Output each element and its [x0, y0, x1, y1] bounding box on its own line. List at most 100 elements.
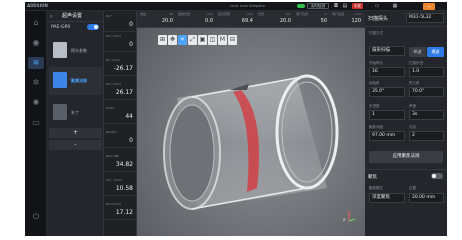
readout-label: Ti=.. (mm) [106, 178, 123, 182]
keyboard-icon[interactable]: ▭ [28, 117, 44, 129]
readout-value: 44 [125, 113, 133, 120]
exit-button[interactable]: ↪ [423, 3, 435, 10]
param-label: 闸门宽度 [332, 12, 345, 16]
param-label: 增益 [140, 12, 147, 16]
start-element-field[interactable]: 16 [369, 67, 405, 77]
back-icon[interactable]: ‹ [50, 11, 52, 22]
param-gate-pos[interactable]: 闸门位置% 50 [295, 12, 329, 27]
power-icon[interactable]: ⏻ [28, 211, 44, 223]
pipe-near-bore [169, 104, 215, 202]
top-toolbar: ADDSION sectr scan template 实时检测 ◘ ▤ 中奖 … [25, 2, 447, 11]
apply-focal-law-button[interactable]: 应用聚焦法则 [369, 151, 443, 163]
end-angle-field[interactable]: 70.0° [409, 87, 444, 97]
focus-mode-label: 聚焦模式 [369, 186, 383, 190]
patch-icon [53, 104, 67, 120]
readout-cell: Ti=.. (mm) 10.58 [104, 177, 137, 196]
readout-label: PA/° [106, 14, 113, 18]
readout-label: Rbeam [106, 130, 117, 134]
window-icon[interactable]: ▭ [373, 3, 381, 10]
live-detect-button[interactable]: 实时检测 [307, 3, 329, 9]
aperture-field[interactable]: 2 [409, 131, 444, 141]
readout-label: Rpk (dB) [106, 154, 119, 158]
tile-label: 补丁 [71, 110, 79, 115]
app-logo: ADDSION [27, 3, 48, 8]
camera-icon[interactable]: ◘ [332, 3, 340, 10]
field-label: 终止角 [409, 81, 420, 85]
param-unit: % [324, 12, 327, 16]
right-panel-title: 扫描探头 [368, 16, 389, 22]
grid-icon[interactable]: ▦ [391, 3, 399, 10]
param-range[interactable]: 显示范围 mm 69.4 [217, 12, 255, 27]
readout-value: 0 [129, 41, 133, 48]
param-value: 50 [320, 18, 327, 24]
readout-value: 10.58 [115, 185, 133, 192]
probe-model-select[interactable]: M31-5L32 [406, 13, 444, 23]
seg-longitudinal[interactable]: 纵波 [409, 47, 426, 57]
scan-step-field[interactable]: 1.0 [409, 67, 444, 77]
add-button[interactable]: + [49, 128, 102, 138]
readout-value: 34.82 [115, 161, 133, 168]
home-icon[interactable]: ⌂ [28, 17, 44, 29]
velocity-field[interactable]: 3s [409, 110, 444, 120]
param-start[interactable]: 起始位置 mm 0.0 [177, 12, 215, 27]
field-label: 开始阵元 [369, 61, 383, 65]
readout-value: 26.17 [115, 89, 133, 96]
readout-cell: DA^(mm) 26.17 [104, 81, 137, 100]
param-scan[interactable]: 扫查 mm 20.0 [257, 12, 293, 27]
readout-value: 0 [129, 21, 133, 28]
readout-cell: Rbeam 0 [104, 129, 137, 148]
angle-step-field[interactable]: 1 [369, 110, 405, 120]
readout-cell: PA/° 0 [104, 13, 137, 32]
field-label: 孔径 [409, 125, 416, 129]
tile-focal-law[interactable]: 聚焦法则 [49, 67, 102, 95]
param-gate-width[interactable]: 闸门宽度 mm 120 [331, 12, 363, 27]
scan-icon[interactable]: ◉ [28, 37, 44, 49]
screenshot-icon[interactable]: ▤ [341, 3, 349, 10]
settings-icon[interactable]: ✲ [28, 77, 44, 89]
field-label: 聚焦深度 [369, 125, 383, 129]
ultrasound-icon[interactable]: ≋ [28, 57, 44, 69]
readout-value: -26.17 [113, 65, 133, 72]
tile-probe-params[interactable]: 探头参数 [49, 37, 102, 65]
divider [365, 26, 447, 27]
tile-label: 探头参数 [71, 48, 87, 53]
mode-label: 扫描方式 [369, 31, 383, 35]
readout-label: Pin=(mm) [106, 202, 122, 206]
param-gain[interactable]: 增益 dB 20.0 [139, 12, 175, 27]
field-label: 扫描步进 [409, 61, 423, 65]
app-window: ADDSION sectr scan template 实时检测 ◘ ▤ 中奖 … [25, 2, 447, 236]
param-value: 20.0 [279, 18, 291, 24]
param-label: 闸门位置 [296, 12, 309, 16]
focus-position-field[interactable]: 20.00 mm [409, 193, 444, 203]
readout-label: PA^(mm) [106, 58, 121, 62]
remove-button[interactable]: - [49, 140, 102, 150]
param-label: 起始位置 [178, 12, 191, 16]
analysis-icon[interactable]: ✺ [28, 97, 44, 109]
focus-mode-select[interactable]: 深度聚焦 [369, 193, 405, 203]
scan-mode-select[interactable]: 扇形扫描 [369, 46, 405, 56]
axis-label: z [343, 217, 345, 222]
sound-button[interactable]: 中奖 [352, 3, 363, 9]
readout-cell: DA^(mm) 0 [104, 33, 137, 52]
parameter-strip: 增益 dB 20.0 起始位置 mm 0.0 显示范围 mm 69.4 扫查 mm 20.0 闸… [137, 11, 365, 28]
param-label: 扫查 [258, 12, 265, 16]
readout-value: 17.12 [115, 209, 133, 216]
focus-depth-field[interactable]: 97.00 mm [369, 131, 405, 141]
field-label: 起始角 [369, 81, 380, 85]
probe-params-icon [53, 42, 67, 58]
start-angle-field[interactable]: 35.0° [369, 87, 405, 97]
probe-toggle[interactable] [87, 24, 99, 30]
param-value: 69.4 [241, 18, 253, 24]
field-label: 声速 [409, 104, 416, 108]
tile-label: 聚焦法则 [71, 78, 87, 83]
focus-toggle[interactable] [431, 173, 443, 179]
param-unit: mm [247, 12, 253, 16]
ultrasound-settings-panel: 超声设置 ‹ PAE-GP0 探头参数 聚焦法则 补丁 + - [47, 11, 104, 236]
3d-viewport[interactable]: 增益 dB 20.0 起始位置 mm 0.0 显示范围 mm 69.4 扫查 mm 20.0 闸… [137, 11, 365, 236]
tile-patch[interactable]: 补丁 [49, 99, 102, 127]
sync-toggle[interactable] [297, 4, 305, 8]
readout-label: Scale [106, 106, 115, 110]
seg-shear[interactable]: 横波 [427, 47, 444, 57]
focus-position-label: 位置 [409, 186, 416, 190]
param-unit: mm [285, 12, 291, 16]
